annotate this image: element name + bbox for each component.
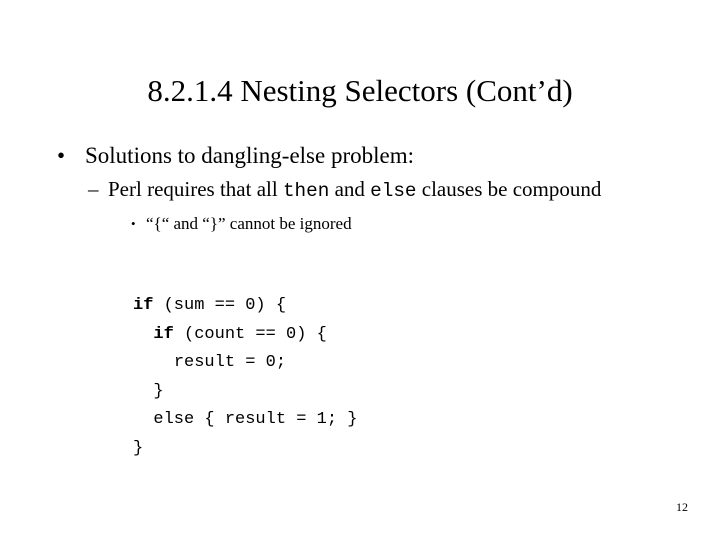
bullet-small-dot-icon: • [131,216,136,231]
bullet-dot-icon: • [57,143,66,168]
slide-canvas: 8.2.1.4 Nesting Selectors (Cont’d) • Sol… [0,0,720,540]
code-text: } [133,438,144,458]
code-text: else { result = 1; } [153,410,358,429]
bullet-level2-text-part1: Perl requires that all [108,177,283,201]
bullet-dash-icon: – [88,177,99,201]
code-keyword: if [133,296,154,315]
inline-code-then: then [282,180,330,202]
bullet-level2: – Perl requires that all then and else c… [0,175,720,205]
slide-body: • Solutions to dangling-else problem: – … [0,140,720,236]
code-line: result = 0; [133,349,357,378]
bullet-level3-text: “{“ and “}” cannot be ignored [146,214,352,233]
bullet-level1: • Solutions to dangling-else problem: [0,140,720,171]
bullet-level2-text-part2: and [329,177,371,201]
code-text: (count == 0) { [173,324,327,344]
code-text: result = 0; [173,353,287,372]
bullet-level3: • “{“ and “}” cannot be ignored [0,212,720,236]
code-line: } [133,378,357,407]
code-text: } [153,381,164,401]
bullet-level1-text: Solutions to dangling-else problem: [85,143,414,168]
code-line: else { result = 1; } [133,406,357,435]
page-title: 8.2.1.4 Nesting Selectors (Cont’d) [147,73,573,108]
inline-code-else: else [370,180,417,202]
code-text: (sum == 0) { [153,296,287,315]
code-keyword: if [153,324,174,344]
page-number: 12 [676,500,688,514]
code-line: } [133,435,357,464]
code-line: if (sum == 0) { [133,292,357,321]
bullet-level2-text-part3: clauses be compound [416,177,602,201]
code-line: if (count == 0) { [133,321,357,350]
code-block: if (sum == 0) { if (count == 0) { result… [133,292,357,463]
